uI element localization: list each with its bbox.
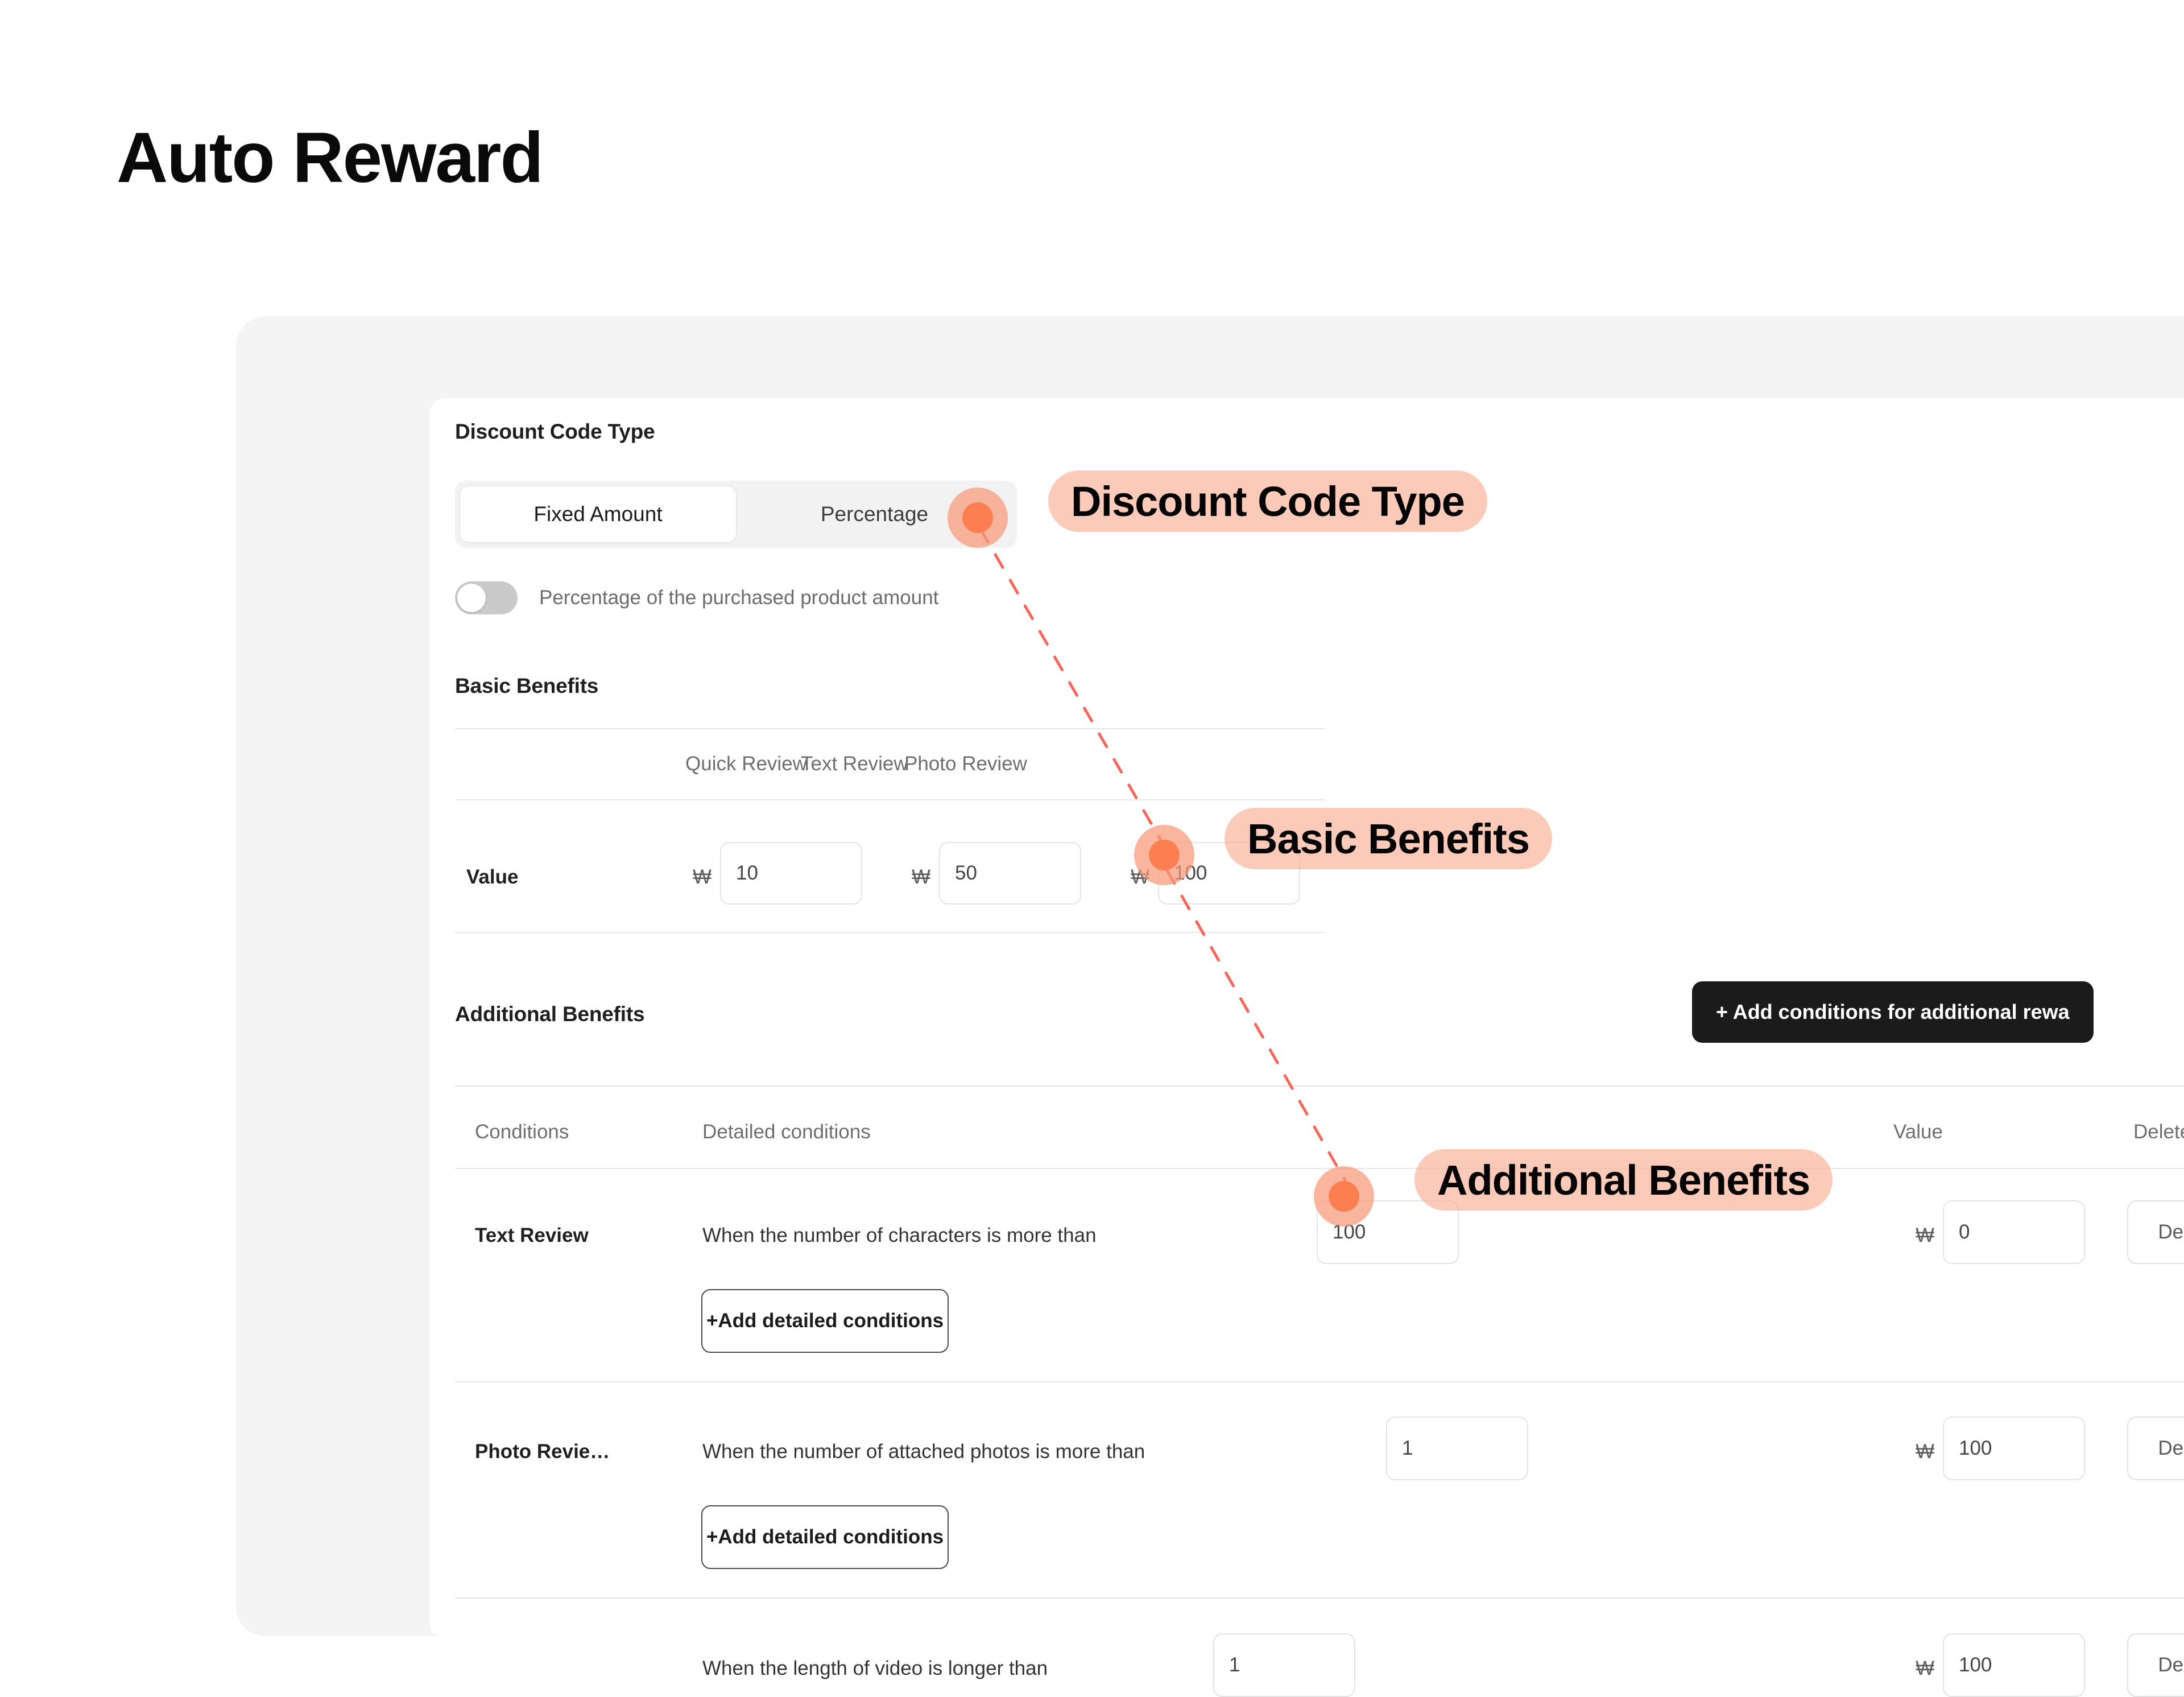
column-header-delete: Delete <box>2133 1121 2184 1143</box>
detail-condition-input[interactable]: 1 <box>1213 1633 1355 1697</box>
row-value-input[interactable]: 0 <box>1943 1200 2085 1264</box>
column-header-value: Value <box>1893 1121 1943 1143</box>
currency-symbol: ₩ <box>693 866 712 888</box>
additional-benefits-table: Conditions Detailed conditions Value Del… <box>455 1085 2184 1697</box>
row-detail-text: When the number of attached photos is mo… <box>702 1440 1145 1463</box>
row-value-input[interactable]: 100 <box>1943 1633 2085 1697</box>
basic-value-input-photo-review[interactable]: 100 <box>1158 842 1300 905</box>
row-detail-text: When the number of characters is more th… <box>702 1224 1097 1246</box>
table-rule <box>455 1085 2184 1087</box>
row-condition-label: Photo Revie… <box>475 1440 610 1463</box>
column-header-text-review: Text Review <box>801 753 908 775</box>
table-rule <box>455 799 1325 800</box>
currency-symbol: ₩ <box>1916 1657 1935 1679</box>
page-title: Auto Reward <box>117 118 544 197</box>
column-header-photo-review: Photo Review <box>904 753 1027 775</box>
basic-benefits-table: Quick Review Text Review Photo Review Va… <box>455 728 1325 933</box>
detail-condition-input[interactable]: 1 <box>1386 1417 1528 1480</box>
additional-benefits-label: Additional Benefits <box>455 1002 645 1026</box>
table-rule <box>455 932 1325 933</box>
delete-button[interactable]: Delete <box>2127 1633 2184 1697</box>
column-header-conditions: Conditions <box>475 1121 569 1143</box>
discount-code-type-segmented-control[interactable]: Fixed Amount Percentage <box>455 481 1017 548</box>
table-rule <box>455 1597 2184 1599</box>
delete-button[interactable]: Delete <box>2127 1417 2184 1480</box>
currency-symbol: ₩ <box>1131 866 1150 888</box>
basic-value-input-quick-review[interactable]: 10 <box>720 842 862 905</box>
table-rule <box>455 1381 2184 1382</box>
detail-condition-input[interactable]: 100 <box>1317 1200 1459 1264</box>
segment-percentage[interactable]: Percentage <box>737 486 1012 543</box>
currency-symbol: ₩ <box>1916 1224 1935 1246</box>
row-value-input[interactable]: 100 <box>1943 1417 2085 1480</box>
basic-value-input-text-review[interactable]: 50 <box>939 842 1081 905</box>
table-rule <box>455 1168 2184 1169</box>
delete-button[interactable]: Delete <box>2127 1200 2184 1264</box>
percentage-toggle-row: Percentage of the purchased product amou… <box>455 581 938 614</box>
percentage-toggle-label: Percentage of the purchased product amou… <box>539 587 939 609</box>
segment-fixed-amount[interactable]: Fixed Amount <box>460 486 737 543</box>
table-rule <box>455 728 1325 729</box>
add-conditions-button[interactable]: + Add conditions for additional rewa <box>1692 981 2094 1043</box>
discount-code-type-label: Discount Code Type <box>455 420 655 443</box>
row-label-value: Value <box>466 866 519 888</box>
add-detailed-conditions-button[interactable]: +Add detailed conditions <box>701 1289 949 1353</box>
add-detailed-conditions-button[interactable]: +Add detailed conditions <box>701 1505 949 1569</box>
row-detail-text: When the length of video is longer than <box>702 1657 1048 1679</box>
percentage-of-purchase-toggle[interactable] <box>455 581 518 614</box>
column-header-quick-review: Quick Review <box>685 753 807 775</box>
basic-benefits-label: Basic Benefits <box>455 674 599 697</box>
column-header-detailed-conditions: Detailed conditions <box>702 1121 871 1143</box>
currency-symbol: ₩ <box>912 866 931 888</box>
row-condition-label: Text Review <box>475 1224 589 1246</box>
currency-symbol: ₩ <box>1916 1440 1935 1463</box>
